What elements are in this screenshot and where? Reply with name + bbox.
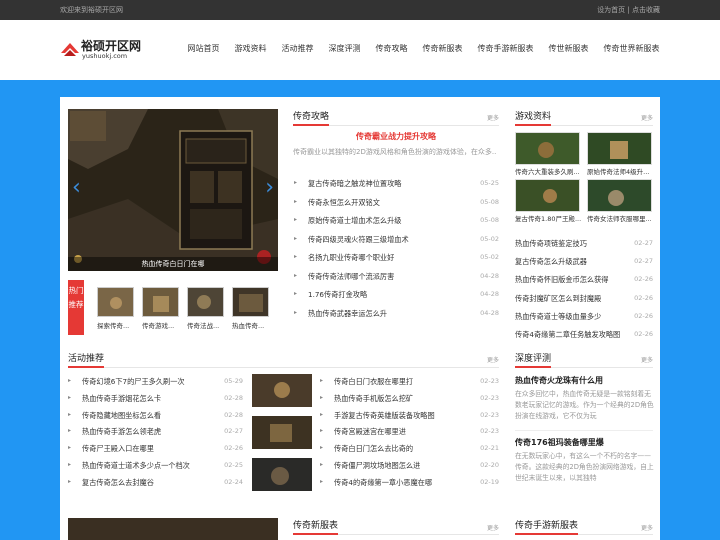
gameinfo-image[interactable] (515, 179, 580, 212)
list-item[interactable]: ▸ 传奇宫殿迷宫在哪里进 02-23 (320, 427, 499, 444)
gameinfo-image[interactable] (587, 132, 652, 165)
list-item[interactable]: 复古传奇怎么升级武器 02-27 (515, 257, 653, 275)
gameinfo-image-label[interactable]: 传奇女法师衣服哪里... (587, 213, 653, 223)
top-bar: 欢迎来到裕硕开区网 设为首页 | 点击收藏 (0, 0, 720, 20)
logo-subtitle: yushuokj.com (82, 52, 128, 60)
strategy-section-title: 传奇攻略 (293, 109, 499, 126)
activity-section-title: 活动推荐 (68, 351, 499, 368)
list-item[interactable]: 传奇封魔矿区怎么到封魔殿 02-26 (515, 294, 653, 312)
nav-item[interactable]: 传奇世界新服表 (604, 20, 660, 80)
slider-prev-icon[interactable]: ‹ (72, 177, 81, 199)
list-item[interactable]: ▸ 传奇尸王殿入口在哪里 02-26 (68, 444, 243, 461)
review-section-title: 深度评测 (515, 351, 653, 368)
hot-thumb-label[interactable]: 热血传奇... (232, 320, 272, 330)
gameinfo-image[interactable] (515, 132, 580, 165)
list-item[interactable]: 传奇4奇缘第二章任务触发攻略图 02-26 (515, 330, 653, 348)
bottom-slider-image[interactable] (68, 518, 278, 540)
gameinfo-list: 热血传奇项链鉴定技巧 02-27 复古传奇怎么升级武器 02-27 热血传奇怀旧版金… (515, 239, 653, 348)
nav-item[interactable]: 活动推荐 (282, 20, 314, 80)
list-item[interactable]: ▸ 复古传奇暗之触龙神位置攻略 05-25 (294, 179, 499, 198)
gameinfo-section-title: 游戏资料 (515, 109, 653, 126)
site-logo[interactable]: 裕硕开区网 yushuokj.com (60, 37, 160, 65)
review-more-link[interactable]: 更多 (641, 355, 653, 364)
list-item[interactable]: ▸ 热血传奇手机版怎么挖矿 02-23 (320, 394, 499, 411)
nav-item[interactable]: 网站首页 (188, 20, 220, 80)
list-item[interactable]: ▸ 名扬九职业传奇哪个职业好 05-02 (294, 253, 499, 272)
mobileserver-more-link[interactable]: 更多 (641, 523, 653, 532)
hot-thumb-label[interactable]: 传奇游戏... (142, 320, 182, 330)
gameinfo-image-label[interactable]: 复古传奇1.80尸王殿... (515, 213, 581, 223)
nav-item[interactable]: 传奇手游新服表 (478, 20, 534, 80)
activity-list-right: ▸ 传奇白日门衣服在哪里打 02-23 ▸ 热血传奇手机版怎么挖矿 02-23 ▸ 手游复… (320, 377, 499, 495)
nav-item[interactable]: 游戏资料 (235, 20, 267, 80)
review-summary: 在无数玩家心中，有这么一个不朽的名字——传奇。这款经典的2D角色扮演网络游戏，自… (515, 452, 654, 482)
hot-thumb-label[interactable]: 传奇法战... (187, 320, 227, 330)
activity-more-link[interactable]: 更多 (487, 355, 499, 364)
list-item[interactable]: ▸ 热血传奇武器幸运怎么升 04-28 (294, 309, 499, 328)
slider-caption: 热血传奇白日门在哪 (68, 257, 278, 271)
main-nav: 网站首页 游戏资料 活动推荐 深度评测 传奇攻略 传奇新服表 传奇手游新服表 传… (180, 20, 667, 80)
slider-game-screenshot (68, 109, 278, 271)
image-slider[interactable]: ‹ › 热血传奇白日门在哪 (68, 109, 278, 271)
newserver-section-title: 传奇新服表 (293, 518, 499, 535)
newserver-more-link[interactable]: 更多 (487, 523, 499, 532)
gameinfo-image-label[interactable]: 原始传奇法师4级升... (587, 166, 653, 176)
hot-thumb[interactable] (97, 287, 134, 317)
gameinfo-image[interactable] (587, 179, 652, 212)
hot-thumb[interactable] (232, 287, 269, 317)
mobileserver-section-title: 传奇手游新服表 (515, 518, 653, 535)
review-summary: 在众多回忆中，热血传奇无疑是一款铭刻着无数老玩家记忆的游戏。作为一个经典的2D角… (515, 390, 654, 420)
activity-image[interactable] (252, 374, 312, 407)
welcome-text: 欢迎来到裕硕开区网 (60, 6, 123, 14)
list-item[interactable]: ▸ 传奇幻境6下7的尸王多久刷一次 05-29 (68, 377, 243, 394)
gameinfo-more-link[interactable]: 更多 (641, 113, 653, 122)
strategy-list: ▸ 复古传奇暗之触龙神位置攻略 05-25 ▸ 传奇永恒怎么开双铭文 05-08 ▸ 原始… (294, 179, 499, 327)
list-item[interactable]: ▸ 原始传奇道士增血术怎么升级 05-08 (294, 216, 499, 235)
logo-icon (61, 43, 79, 56)
hot-recommend-tag: 热门推荐 (68, 280, 84, 335)
nav-item[interactable]: 传奇新服表 (423, 20, 463, 80)
nav-item[interactable]: 深度评测 (329, 20, 361, 80)
divider (515, 430, 653, 431)
activity-list-left: ▸ 传奇幻境6下7的尸王多久刷一次 05-29 ▸ 热血传奇手游烟花怎么卡 02-28 … (68, 377, 243, 495)
list-item[interactable]: 热血传奇道士等级血量多少 02-26 (515, 312, 653, 330)
hot-thumb[interactable] (142, 287, 179, 317)
list-item[interactable]: ▸ 传奇4的奇缘第一章小恶魔在哪 02-19 (320, 478, 499, 495)
nav-item[interactable]: 传奇攻略 (376, 20, 408, 80)
list-item[interactable]: ▸ 传奇白日门怎么去比奇的 02-21 (320, 444, 499, 461)
list-item[interactable]: ▸ 热血传奇手游烟花怎么卡 02-28 (68, 394, 243, 411)
gameinfo-image-label[interactable]: 传奇六大重装多久刷... (515, 166, 581, 176)
list-item[interactable]: ▸ 传奇四级灵魂火符跟三级增血术 05-02 (294, 235, 499, 254)
activity-image[interactable] (252, 416, 312, 449)
list-item[interactable]: ▸ 传奇白日门衣服在哪里打 02-23 (320, 377, 499, 394)
review-heading[interactable]: 热血传奇火龙珠有什么用 (515, 375, 603, 386)
main-content: ‹ › 热血传奇白日门在哪 热门推荐 探索传奇... 传奇游戏... 传奇法战.… (60, 97, 660, 540)
list-item[interactable]: 热血传奇怀旧版金币怎么获得 02-26 (515, 275, 653, 293)
list-item[interactable]: ▸ 传奇僵尸洞坟场地图怎么进 02-20 (320, 461, 499, 478)
review-heading[interactable]: 传奇176祖玛装备哪里爆 (515, 437, 604, 448)
list-item[interactable]: ▸ 传奇永恒怎么开双铭文 05-08 (294, 198, 499, 217)
hot-thumb[interactable] (187, 287, 224, 317)
strategy-more-link[interactable]: 更多 (487, 113, 499, 122)
slider-next-icon[interactable]: › (265, 177, 274, 199)
list-item[interactable]: ▸ 热血传奇手游怎么领老虎 02-27 (68, 427, 243, 444)
header: 裕硕开区网 yushuokj.com 网站首页 游戏资料 活动推荐 深度评测 传… (0, 20, 720, 80)
list-item[interactable]: ▸ 传奇隐藏地图坐标怎么看 02-28 (68, 411, 243, 428)
list-item[interactable]: ▸ 传奇传奇法师哪个流派厉害 04-28 (294, 272, 499, 291)
list-item[interactable]: 热血传奇项链鉴定技巧 02-27 (515, 239, 653, 257)
nav-item[interactable]: 传世新服表 (549, 20, 589, 80)
list-item[interactable]: ▸ 热血传奇道士道术多少点一个档次 02-25 (68, 461, 243, 478)
top-links[interactable]: 设为首页 | 点击收藏 (597, 0, 660, 20)
list-item[interactable]: ▸ 复古传奇怎么去封魔谷 02-24 (68, 478, 243, 495)
list-item[interactable]: ▸ 1.76传奇打金攻略 04-28 (294, 290, 499, 309)
list-item[interactable]: ▸ 手游复古传奇英雄版装备攻略图 02-23 (320, 411, 499, 428)
strategy-feature-desc: 传奇霸业以其独特的2D游戏风格和角色扮演的游戏体验，在众多... (293, 148, 496, 156)
hot-thumb-label[interactable]: 探索传奇... (97, 320, 137, 330)
activity-image[interactable] (252, 458, 312, 491)
strategy-feature-title[interactable]: 传奇霸业战力提升攻略 (356, 131, 436, 142)
